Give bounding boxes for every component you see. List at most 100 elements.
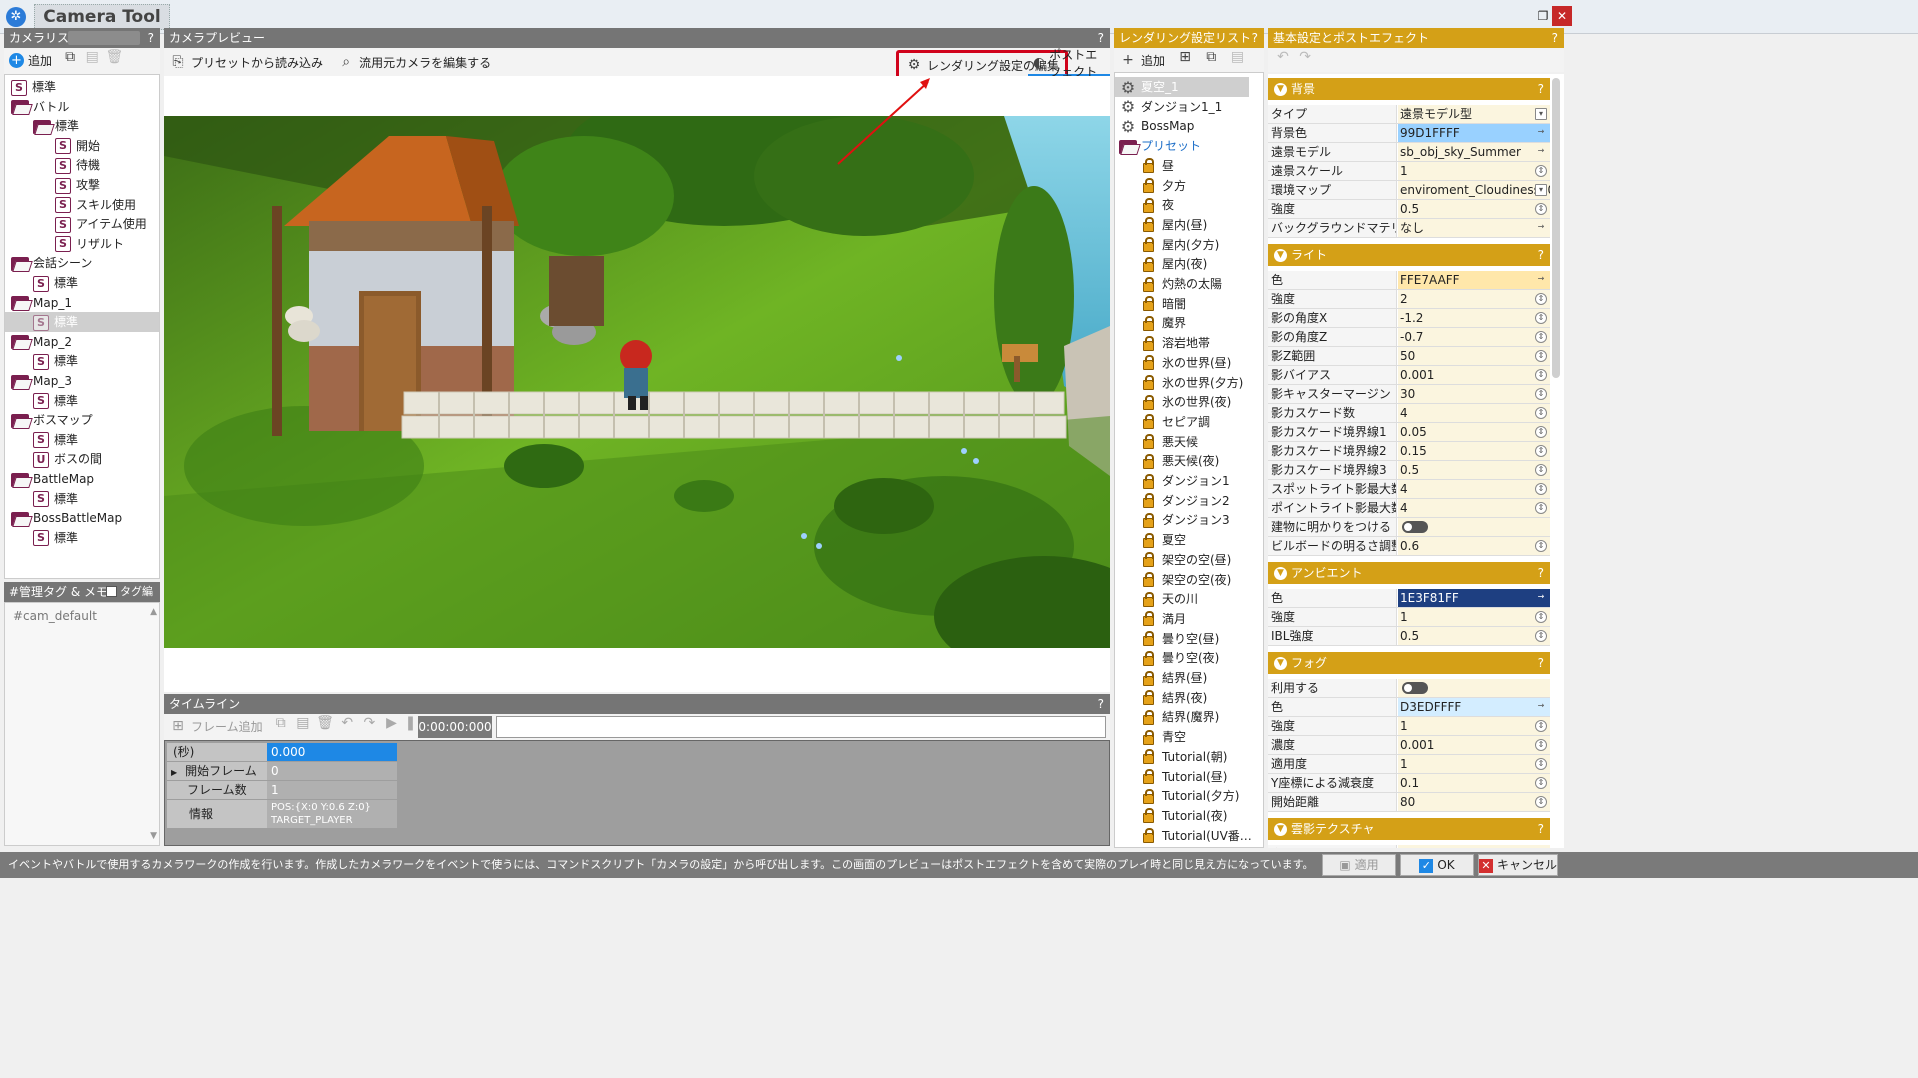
arrow-right-icon[interactable]: →	[1535, 274, 1547, 286]
render-list-item[interactable]: 天の川	[1143, 589, 1198, 609]
dropdown-icon[interactable]: ▾	[1535, 184, 1547, 196]
spin-icon[interactable]: ⇕	[1535, 630, 1547, 642]
spin-icon[interactable]: ⇕	[1535, 540, 1547, 552]
spin-icon[interactable]: ⇕	[1535, 720, 1547, 732]
render-list-item[interactable]: 魔界	[1143, 313, 1186, 333]
camera-tree-item[interactable]: 標準	[33, 116, 79, 136]
camera-tree-item[interactable]: ボスマップ	[11, 410, 93, 430]
spin-icon[interactable]: ⇕	[1535, 388, 1547, 400]
camera-tree-item[interactable]: S リザルト	[55, 234, 124, 254]
render-list-item[interactable]: ダンジョン3	[1143, 510, 1230, 530]
property-value[interactable]: 4 ⇕	[1398, 480, 1550, 498]
camera-tree-item[interactable]: S 開始	[55, 136, 100, 156]
expand-icon[interactable]: ▶	[171, 768, 177, 777]
camera-tree-item[interactable]: S 標準	[5, 312, 159, 333]
render-list-item[interactable]: 暗闇	[1143, 294, 1186, 314]
help-icon[interactable]: ?	[1098, 28, 1104, 48]
render-list-item[interactable]: 夜	[1143, 195, 1174, 215]
edit-source-camera-button[interactable]: ⌕ 流用元カメラを編集する	[332, 50, 496, 74]
render-list-item[interactable]: Tutorial(朝)	[1143, 747, 1227, 767]
render-list-item[interactable]: 曇り空(夜)	[1143, 648, 1219, 668]
property-value[interactable]: 1 ⇕	[1398, 608, 1550, 626]
property-value[interactable]: なし →	[1398, 219, 1550, 237]
render-list-item[interactable]: Tutorial(UV番…	[1143, 826, 1252, 846]
spin-icon[interactable]: ⇕	[1535, 796, 1547, 808]
help-icon[interactable]: ?	[1252, 28, 1258, 48]
render-list-item[interactable]: ダンジョン1	[1143, 471, 1230, 491]
spin-icon[interactable]: ⇕	[1535, 350, 1547, 362]
render-list-item[interactable]: セピア調	[1143, 412, 1210, 432]
help-icon[interactable]: ?	[1538, 652, 1544, 674]
property-value[interactable]: 0.15 ⇕	[1398, 442, 1550, 460]
render-list-item[interactable]: 灼熱の太陽	[1143, 274, 1222, 294]
redo-icon[interactable]: ↷	[360, 714, 378, 732]
property-value[interactable]	[1398, 845, 1550, 848]
render-list-item[interactable]: 昼	[1143, 156, 1174, 176]
help-icon[interactable]: ?	[1538, 244, 1544, 266]
camera-tree-item[interactable]: S 攻撃	[55, 175, 100, 195]
render-list-item[interactable]: 屋内(夜)	[1143, 254, 1207, 274]
property-value[interactable]: 99D1FFFF →	[1398, 124, 1550, 142]
property-value[interactable]: 0.6 ⇕	[1398, 537, 1550, 555]
camera-tree-item[interactable]: U ボスの間	[33, 449, 102, 469]
render-list-item[interactable]: 氷の世界(昼)	[1143, 353, 1231, 373]
spin-icon[interactable]: ⇕	[1535, 293, 1547, 305]
render-list-item[interactable]: 溶岩地帯	[1143, 333, 1210, 353]
settings-section-header[interactable]: ▼ 背景?	[1268, 78, 1550, 100]
render-list-item[interactable]: 屋内(夕方)	[1143, 235, 1219, 255]
settings-section-header[interactable]: ▼ アンビエント?	[1268, 562, 1550, 584]
camera-tree-item[interactable]: Map_3	[11, 371, 72, 391]
scroll-up-icon[interactable]: ▲	[150, 607, 157, 617]
camera-tree-item[interactable]: BattleMap	[11, 469, 94, 489]
spin-icon[interactable]: ⇕	[1535, 445, 1547, 457]
property-value[interactable]	[1398, 518, 1550, 536]
trash-icon[interactable]: 🗑	[105, 48, 124, 66]
camera-tree-item[interactable]: S 待機	[55, 155, 100, 175]
property-value[interactable]: 30 ⇕	[1398, 385, 1550, 403]
spin-icon[interactable]: ⇕	[1535, 331, 1547, 343]
restore-icon[interactable]: ❐	[1533, 6, 1553, 26]
copy-icon[interactable]: ⧉	[272, 714, 290, 732]
property-value[interactable]: 4 ⇕	[1398, 404, 1550, 422]
spin-icon[interactable]: ⇕	[1535, 203, 1547, 215]
help-icon[interactable]: ?	[1552, 28, 1558, 48]
render-list-item[interactable]: 悪天候(夜)	[1143, 451, 1219, 471]
camera-tree-item[interactable]: S 標準	[33, 273, 78, 293]
render-list-item[interactable]: ⚙ 夏空_1	[1115, 77, 1249, 97]
render-list-item[interactable]: プリセット	[1119, 136, 1201, 156]
camera-tree-item[interactable]: 会話シーン	[11, 253, 92, 273]
timeline-track[interactable]	[496, 716, 1106, 738]
settings-scrollbar[interactable]	[1552, 78, 1560, 378]
settings-section-header[interactable]: ▼ ライト?	[1268, 244, 1550, 266]
property-value[interactable]	[1398, 679, 1550, 697]
arrow-right-icon[interactable]: →	[1535, 127, 1547, 139]
property-value[interactable]: 0.05 ⇕	[1398, 423, 1550, 441]
property-value[interactable]: 0.5 ⇕	[1398, 461, 1550, 479]
camera-tree-item[interactable]: S スキル使用	[55, 195, 136, 215]
property-value[interactable]: 1E3F81FF →	[1398, 589, 1550, 607]
load-preset-button[interactable]: ⎘ プリセットから読み込み	[164, 50, 328, 74]
render-list-item[interactable]: Tutorial(夕方)	[1143, 786, 1239, 806]
cancel-button[interactable]: ✕ キャンセル	[1478, 854, 1558, 876]
help-icon[interactable]: ?	[1098, 694, 1104, 714]
spin-icon[interactable]: ⇕	[1535, 758, 1547, 770]
render-list-item[interactable]: 満月	[1143, 609, 1186, 629]
toggle-switch[interactable]	[1402, 682, 1428, 694]
camera-tree-item[interactable]: S 標準	[33, 430, 78, 450]
render-list-item[interactable]: Tutorial(夜)	[1143, 806, 1227, 826]
property-value[interactable]: D3EDFFFF →	[1398, 698, 1550, 716]
render-list-item[interactable]: ⚙ ダンジョン1_1	[1119, 97, 1222, 117]
render-list-item[interactable]: 結界(魔界)	[1143, 707, 1219, 727]
add-folder-icon[interactable]: ⊞	[1174, 48, 1196, 66]
property-value[interactable]: 0.001 ⇕	[1398, 366, 1550, 384]
spin-icon[interactable]: ⇕	[1535, 407, 1547, 419]
scroll-down-icon[interactable]: ▼	[150, 831, 157, 841]
property-value[interactable]: 0.5 ⇕	[1398, 200, 1550, 218]
spin-icon[interactable]: ⇕	[1535, 777, 1547, 789]
paste-icon[interactable]: ▤	[83, 48, 101, 66]
arrow-right-icon[interactable]: →	[1535, 146, 1547, 158]
spin-icon[interactable]: ⇕	[1535, 312, 1547, 324]
property-value[interactable]: 1 ⇕	[1398, 755, 1550, 773]
post-effect-button[interactable]: ◐ ポストエフェクト	[1028, 48, 1110, 79]
camera-tree-item[interactable]: S 標準	[33, 489, 78, 509]
